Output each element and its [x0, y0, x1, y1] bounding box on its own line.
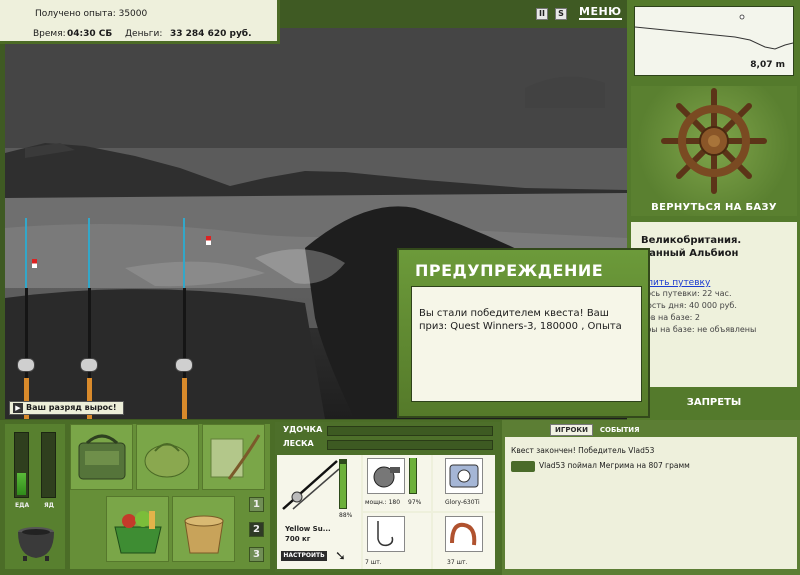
- inventory-panel: [70, 424, 270, 569]
- reel-image: [367, 458, 405, 494]
- tournaments-at-base: иры на базе: не объявлены: [641, 325, 757, 334]
- bucket-icon: [184, 515, 224, 554]
- rod-durability-bar: [339, 459, 347, 509]
- dialog-body: Вы стали победителем квеста! Ваш приз: Q…: [411, 286, 642, 402]
- chat-message-row: Vlad53 поймал Мегрима на 807 грамм: [511, 460, 791, 472]
- food-meter-fill: [17, 473, 26, 495]
- poison-meter: [41, 432, 56, 498]
- fishing-rod-1[interactable]: [17, 218, 35, 419]
- dialog-title: ПРЕДУПРЕЖДЕНИЕ: [415, 261, 604, 280]
- line-label: ЛЕСКА: [283, 439, 314, 448]
- line-tension-bar: [327, 440, 493, 450]
- arrow-right-icon: ▶: [13, 403, 23, 413]
- rank-up-text: Ваш разряд вырос!: [26, 403, 117, 412]
- reel-icon: [17, 358, 35, 372]
- time-label: Время:: [33, 29, 66, 39]
- float-icon[interactable]: [32, 259, 37, 268]
- chat-panel: ИГРОКИ СОБЫТИЯ Квест закончен! Победител…: [502, 420, 800, 575]
- players-at-base: ков на базе: 2: [641, 313, 700, 322]
- pause-button[interactable]: II: [536, 8, 548, 20]
- line-spool-image: [445, 458, 483, 494]
- rod-tension-bar: [327, 426, 493, 436]
- reel-slot[interactable]: мощн.: 180 97%: [363, 455, 431, 511]
- reel-icon: [175, 358, 193, 372]
- reel-icon: [80, 358, 98, 372]
- bait-count: 37 шт.: [447, 559, 468, 566]
- setup-button[interactable]: НАСТРОИТЬ: [281, 551, 327, 561]
- tackle-panel: УДОЧКА ЛЕСКА 88% Yellow Su... 700 кг НАС…: [275, 422, 500, 572]
- hook-count: 7 шт.: [365, 559, 382, 566]
- permit-remaining: лось путевки: 22 час.: [641, 289, 732, 298]
- location-name: манный Альбион: [641, 248, 739, 259]
- inventory-slot-basket[interactable]: [106, 496, 169, 562]
- player-info-panel: Получено опыта: 35000 Время: 04:30 СБ Де…: [0, 0, 280, 44]
- reel-durability-value: 97%: [408, 499, 422, 506]
- base-wheel-area[interactable]: [631, 86, 797, 216]
- dialog-message: Вы стали победителем квеста! Ваш приз: Q…: [419, 308, 622, 332]
- chat-tabs: ИГРОКИ СОБЫТИЯ: [550, 424, 644, 436]
- fishing-rod-3[interactable]: [175, 218, 193, 419]
- day-cost: мость дня: 40 000 руб.: [641, 301, 737, 310]
- bans-button[interactable]: ЗАПРЕТЫ: [631, 397, 797, 408]
- inventory-page-3-button[interactable]: 3: [249, 547, 264, 562]
- inventory-page-1-button[interactable]: 1: [249, 497, 264, 512]
- cooking-pot-icon[interactable]: [15, 518, 57, 562]
- chat-message: Vlad53 поймал Мегрима на 807 грамм: [539, 461, 690, 470]
- hook-image: [367, 516, 405, 552]
- reel-power: мощн.: 180: [365, 499, 401, 506]
- line-slot[interactable]: Glory-630Ti: [433, 455, 495, 511]
- inventory-slot-bucket[interactable]: [172, 496, 235, 562]
- rod-label: УДОЧКА: [283, 425, 323, 434]
- tab-players[interactable]: ИГРОКИ: [550, 424, 593, 436]
- tab-events[interactable]: СОБЫТИЯ: [596, 425, 644, 435]
- rod-name: Yellow Su...: [285, 525, 331, 533]
- inventory-slot-sack[interactable]: [136, 424, 199, 490]
- extend-permit-link[interactable]: длить путевку: [641, 278, 791, 288]
- food-label: ЕДА: [15, 502, 30, 509]
- chat-message: Квест закончен! Победитель Vlad53: [511, 446, 655, 455]
- food-basket-icon: [114, 511, 162, 554]
- inventory-slot-bag[interactable]: [70, 424, 133, 490]
- arrow-down-right-icon[interactable]: ➘: [335, 549, 346, 564]
- inventory-slot-quill[interactable]: [202, 424, 265, 490]
- experience-text: Получено опыта: 35000: [35, 9, 148, 19]
- poison-label: ЯД: [44, 502, 54, 509]
- money-value: 33 284 620 руб.: [170, 29, 252, 39]
- ship-wheel-icon: [661, 88, 767, 194]
- location-country: Великобритания.: [641, 235, 742, 246]
- rank-up-notice[interactable]: ▶ Ваш разряд вырос!: [9, 401, 124, 415]
- rod-weight: 700 кг: [285, 535, 311, 543]
- fishing-rod-2[interactable]: [80, 218, 98, 419]
- depth-profile: 8,07 m: [634, 6, 794, 76]
- quill-icon: [210, 434, 261, 480]
- chat-messages: Квест закончен! Победитель Vlad53 Vlad53…: [505, 437, 797, 569]
- menu-button[interactable]: МЕНЮ: [579, 6, 622, 20]
- tackle-bag-icon: [78, 434, 126, 480]
- warning-dialog[interactable]: ПРЕДУПРЕЖДЕНИЕ Вы стали победителем квес…: [397, 248, 650, 418]
- rod-icon: [282, 460, 340, 510]
- line-name: Glory-630Ti: [445, 499, 480, 506]
- bait-image: [445, 516, 483, 552]
- food-meter: [14, 432, 29, 498]
- inventory-page-2-button[interactable]: 2: [249, 522, 264, 537]
- sack-icon: [144, 443, 190, 478]
- float-icon[interactable]: [206, 236, 211, 245]
- rod-slot[interactable]: 88% Yellow Su... 700 кг НАСТРОИТЬ ➘: [277, 455, 361, 569]
- return-to-base-button[interactable]: ВЕРНУТЬСЯ НА БАЗУ: [631, 202, 797, 213]
- rod-durability-value: 88%: [339, 512, 353, 519]
- depth-value: 8,07 m: [750, 60, 785, 70]
- hook-slot[interactable]: 7 шт.: [363, 513, 431, 569]
- bait-slot[interactable]: 37 шт.: [433, 513, 495, 569]
- location-info: Великобритания. манный Альбион длить пут…: [631, 222, 797, 387]
- status-meters: ЕДА ЯД: [5, 424, 65, 569]
- tackle-grid: 88% Yellow Su... 700 кг НАСТРОИТЬ ➘ мощн…: [277, 455, 495, 569]
- sound-button[interactable]: S: [555, 8, 567, 20]
- fish-icon: [511, 460, 535, 472]
- reel-durability-bar: [409, 458, 417, 494]
- time-value: 04:30 СБ: [67, 29, 113, 39]
- money-label: Деньги:: [125, 29, 163, 39]
